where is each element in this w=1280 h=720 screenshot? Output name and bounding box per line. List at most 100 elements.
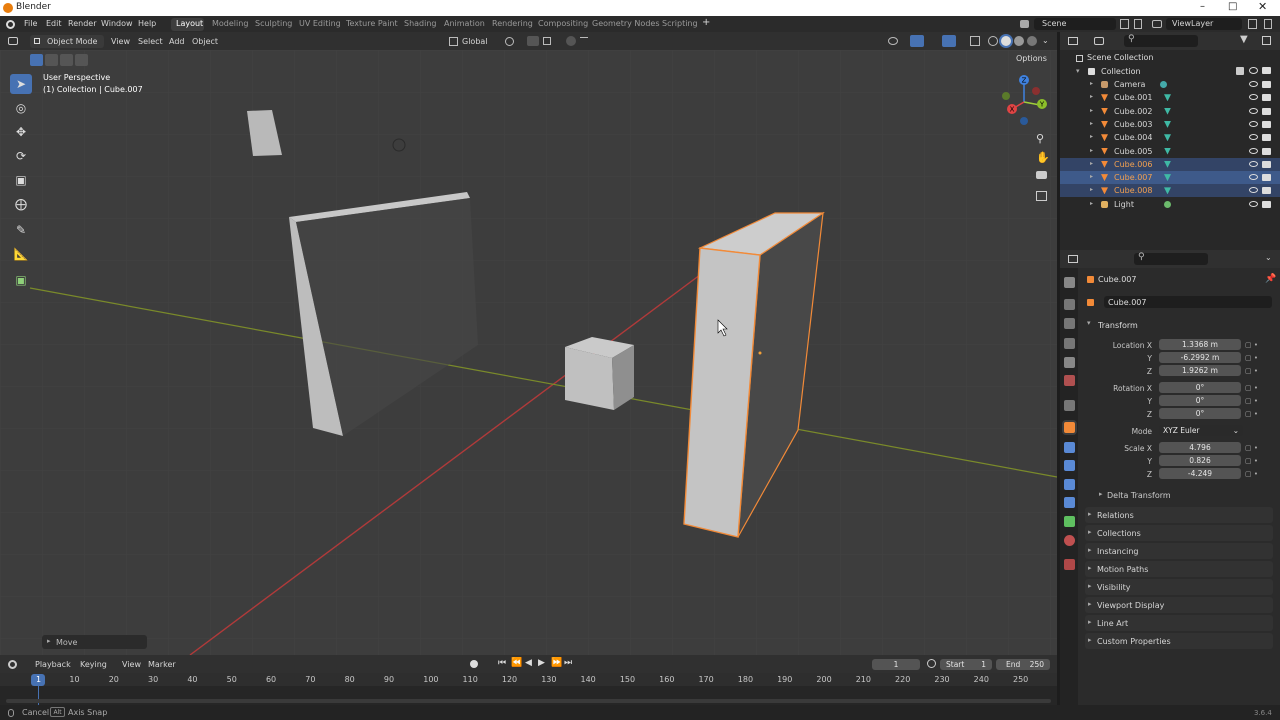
timeline-editor-icon[interactable] [8,660,17,669]
expand-arrow-icon[interactable]: ▸ [1090,133,1093,140]
render-camera-icon[interactable] [1262,174,1271,182]
outliner-item-cube001[interactable]: ▸ Cube.001 [1060,91,1280,104]
transform-orientation-label[interactable]: Global [462,37,488,46]
lock-icon[interactable]: ▢ • [1245,470,1258,478]
scale-x-field[interactable]: 4.796 [1159,442,1241,453]
render-camera-icon[interactable] [1262,134,1271,142]
shading-options-icon[interactable]: ⌄ [1042,36,1049,45]
scene-collection-label[interactable]: Scene Collection [1087,53,1154,62]
delta-transform-header[interactable]: ▸ Delta Transform [1095,489,1265,502]
expand-arrow-icon[interactable]: ▸ [1090,93,1093,100]
tab-sculpting[interactable]: Sculpting [255,19,292,28]
render-camera-icon[interactable] [1262,187,1271,195]
transform-tool-icon[interactable]: ⨁ [10,194,32,214]
overlay-toggle-icon[interactable] [942,35,956,47]
shading-material-icon[interactable] [1014,36,1024,46]
expand-arrow-icon[interactable]: ▸ [1090,147,1093,154]
section-custom-properties[interactable]: ▸ Custom Properties [1085,633,1273,649]
material-tab-icon[interactable] [1064,535,1075,546]
render-camera-icon[interactable] [1262,160,1271,168]
tab-scripting[interactable]: Scripting [662,19,698,28]
shading-rendered-icon[interactable] [1027,36,1037,46]
eye-icon[interactable] [1249,174,1258,181]
chevron-down-icon[interactable]: ▾ [1076,67,1080,75]
menu-help[interactable]: Help [138,19,156,28]
record-icon[interactable] [470,660,478,668]
gizmo-z-negative[interactable] [1020,117,1028,125]
render-camera-icon[interactable] [1262,81,1271,88]
timeline-menu-playback[interactable]: Playback [35,660,71,669]
select-invert-icon[interactable] [75,54,88,66]
gizmo-toggle-icon[interactable] [910,35,924,47]
cursor-tool-icon[interactable]: ◎ [10,98,32,118]
collection-tab-icon[interactable] [1064,400,1075,411]
xray-icon[interactable] [970,36,980,46]
render-camera-icon[interactable] [1262,200,1271,208]
object-tab-icon[interactable] [1064,422,1075,433]
object-data-icon[interactable] [1087,299,1094,306]
object-mode-dropdown[interactable]: Object Mode [30,35,104,48]
tab-rendering[interactable]: Rendering [492,19,533,28]
tool-tab-icon[interactable] [1064,277,1075,288]
maximize-icon[interactable]: □ [1228,1,1237,12]
render-camera-icon[interactable] [1262,120,1271,128]
new-view-layer-icon[interactable] [1248,19,1257,29]
menu-file[interactable]: File [24,19,37,28]
prev-key-icon[interactable]: ⏪ [511,658,522,668]
section-visibility[interactable]: ▸ Visibility [1085,579,1273,595]
outliner-item-cube005[interactable]: ▸ Cube.005 [1060,145,1280,158]
annotate-tool-icon[interactable]: ✎ [10,220,32,240]
expand-arrow-icon[interactable]: ▸ [1090,173,1093,180]
new-scene-icon[interactable] [1120,19,1129,29]
add-workspace-icon[interactable]: + [702,17,710,28]
vp-menu-object[interactable]: Object [192,37,218,46]
lock-icon[interactable]: ▢ • [1245,384,1258,392]
scale-tool-icon[interactable]: ▣ [10,170,32,190]
outliner-item-cube002[interactable]: ▸ Cube.002 [1060,105,1280,118]
outliner-item-cube008[interactable]: ▸ Cube.008 [1060,184,1280,198]
tab-texture-paint[interactable]: Texture Paint [346,19,398,28]
data-tab-icon[interactable] [1064,516,1075,527]
collection-eye-icon[interactable] [1249,67,1258,74]
eye-icon[interactable] [1249,187,1258,194]
rotate-tool-icon[interactable]: ⟳ [10,146,32,166]
select-box-tool-icon[interactable]: ➤ [10,74,32,94]
shading-wireframe-icon[interactable] [988,36,998,46]
delete-view-layer-icon[interactable] [1264,19,1272,29]
next-key-icon[interactable]: ⏩ [551,658,562,668]
filter-icon[interactable]: ▼ [1240,34,1248,45]
location-x-field[interactable]: 1.3368 m [1159,339,1241,350]
eye-icon[interactable] [1249,160,1258,167]
constraints-tab-icon[interactable] [1064,497,1075,508]
eye-icon[interactable] [1249,134,1258,141]
outliner-item-light[interactable]: ▸ Light [1060,198,1280,211]
tab-modeling[interactable]: Modeling [212,19,248,28]
section-collections[interactable]: ▸ Collections [1085,525,1273,541]
section-viewport-display[interactable]: ▸ Viewport Display [1085,597,1273,613]
pivot-point-icon[interactable] [505,37,514,46]
tab-layout[interactable]: Layout [176,19,203,28]
close-icon[interactable]: ✕ [1258,0,1267,13]
rotation-y-field[interactable]: 0° [1159,395,1241,406]
scene-tab-icon[interactable] [1064,357,1075,368]
zoom-icon[interactable]: ⚲ [1036,132,1044,145]
blender-menu-icon[interactable] [6,20,15,29]
play-reverse-icon[interactable]: ◀ [525,658,532,668]
properties-search-input[interactable] [1134,253,1208,265]
lock-icon[interactable]: ▢ • [1245,397,1258,405]
last-operator-panel[interactable]: ▸ Move [42,635,147,649]
timeline-menu-marker[interactable]: Marker [148,660,176,669]
vp-menu-select[interactable]: Select [138,37,163,46]
scene-icon[interactable] [1020,20,1029,28]
eye-icon[interactable] [1249,81,1258,87]
falloff-icon[interactable] [580,37,588,45]
expand-arrow-icon[interactable]: ▸ [1090,186,1093,193]
outliner-item-cube004[interactable]: ▸ Cube.004 [1060,131,1280,144]
select-subtract-icon[interactable] [60,54,73,66]
new-collection-icon[interactable] [1262,36,1271,45]
transform-header[interactable]: ▾ Transform [1084,318,1272,332]
rotation-mode-dropdown[interactable]: XYZ Euler ⌄ [1159,425,1243,436]
section-motion-paths[interactable]: ▸ Motion Paths [1085,561,1273,577]
expand-arrow-icon[interactable]: ▸ [1090,107,1093,114]
expand-arrow-icon[interactable]: ▸ [1090,200,1093,207]
